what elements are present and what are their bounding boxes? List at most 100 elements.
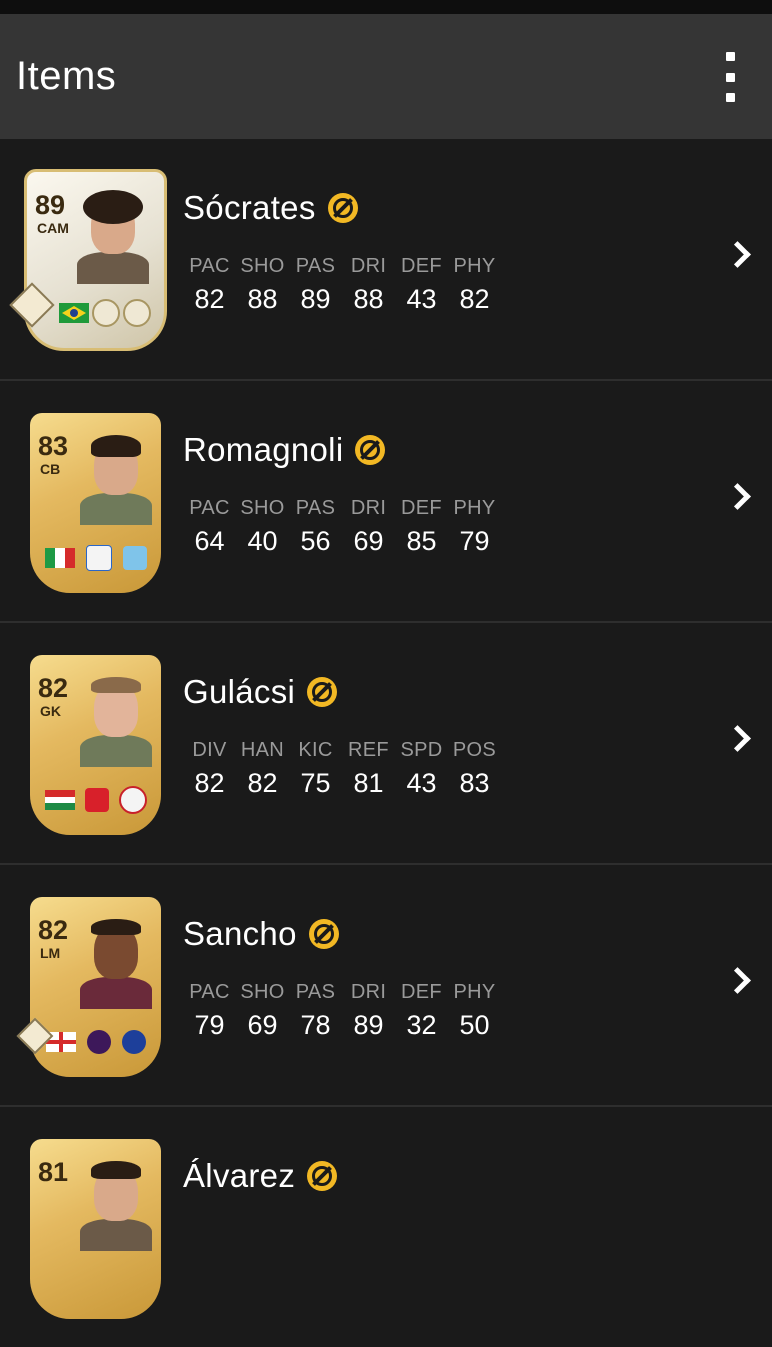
stat-value: 69 [353,526,384,556]
stat-label: PAC [189,497,230,519]
player-card: 89 CAM [24,169,167,351]
stat-value: 43 [406,284,437,314]
chevron-right-icon[interactable] [724,241,751,268]
stat-value: 88 [353,284,384,314]
player-name-line: Gulácsi [183,673,338,711]
player-name-line: Álvarez [183,1157,338,1195]
stat-value: 89 [300,284,331,314]
stat-label: PAS [295,497,336,519]
stat-value: 85 [406,526,437,556]
untradeable-icon [327,193,358,223]
stat-label: PAC [189,981,230,1003]
stat-value: 83 [459,768,490,798]
player-name: Sancho [183,915,297,952]
player-card: 83 CB [30,413,161,593]
stat-value: 82 [459,284,490,314]
player-name: Sócrates [183,189,316,226]
stat-label: DIV [192,739,227,761]
stat-label: SHO [240,981,285,1003]
stat-label: DEF [401,255,442,277]
status-bar [0,0,772,14]
stat-value: 82 [194,284,225,314]
list-item[interactable]: 82 LM Sancho PAC 79 SHO 69 PAS 78 DRI 89 DEF… [0,865,772,1107]
list-item[interactable]: 83 CB Romagnoli PAC 64 SHO 40 PAS 56 DRI 69 … [0,381,772,623]
card-rating: 83 [38,431,69,461]
list-item[interactable]: 82 GK Gulácsi DIV 82 HAN 82 KIC 75 REF 81 SP… [0,623,772,865]
stat-label: PAS [295,981,336,1003]
untradeable-icon [308,919,339,949]
card-rating: 81 [38,1157,69,1187]
untradeable-icon [307,677,338,707]
card-rating: 82 [38,673,69,703]
player-portrait [80,919,152,1009]
stat-value: 89 [353,1010,384,1040]
list-item[interactable]: 89 CAM Sócrates PAC 82 SHO 88 PAS 89 DRI 88 … [0,139,772,381]
stat-value: 56 [300,526,331,556]
player-stats: PAC 64 SHO 40 PAS 56 DRI 69 DEF 85 PHY 79 [183,497,501,557]
card-position: GK [40,703,61,719]
league-badge-icon [85,788,109,812]
player-name: Gulácsi [183,673,296,710]
stat-label: SHO [240,497,285,519]
player-portrait [80,677,152,767]
club-badge-icon [122,546,147,570]
stat-label: DRI [350,497,387,519]
card-badges [57,299,153,327]
stat-value: 69 [247,1010,278,1040]
untradeable-icon [307,1161,338,1191]
stat-value: 43 [406,768,437,798]
items-list: 89 CAM Sócrates PAC 82 SHO 88 PAS 89 DRI 88 … [0,139,772,1347]
stat-label: PHY [453,981,496,1003]
player-portrait [80,1161,152,1251]
player-name-line: Sócrates [183,189,358,227]
chevron-right-icon[interactable] [724,967,751,994]
card-rating: 82 [38,915,69,945]
player-card: 82 GK [30,655,161,835]
stat-value: 79 [459,526,490,556]
club-badge-icon [122,1030,147,1054]
stat-label: SPD [400,739,443,761]
untradeable-icon [355,435,386,465]
card-badges [40,1029,152,1055]
stat-label: PAC [189,255,230,277]
stat-label: POS [452,739,497,761]
stat-label: DRI [350,255,387,277]
hungary-flag-icon [45,790,75,810]
stat-value: 40 [247,526,278,556]
stat-label: PAS [295,255,336,277]
brazil-flag-icon [58,303,89,323]
stat-value: 64 [194,526,225,556]
chevron-right-icon[interactable] [724,725,751,752]
stat-label: HAN [240,739,285,761]
icon-league-badge-icon [91,299,120,327]
card-position: LM [40,945,61,961]
player-stats: PAC 79 SHO 69 PAS 78 DRI 89 DEF 32 PHY 50 [183,981,501,1041]
player-portrait [80,435,152,525]
stat-value: 75 [300,768,331,798]
stat-value: 88 [247,284,278,314]
player-name: Álvarez [183,1157,296,1194]
stat-value: 78 [300,1010,331,1040]
stat-label: PHY [453,497,496,519]
player-portrait [77,190,149,284]
more-vert-icon[interactable] [718,52,742,102]
italy-flag-icon [45,548,76,568]
stat-label: DRI [350,981,387,1003]
stat-label: REF [348,739,389,761]
stat-label: SHO [240,255,285,277]
page-title: Items [16,54,117,98]
stat-value: 79 [194,1010,225,1040]
card-position: CB [40,461,61,477]
card-rating: 89 [35,190,66,220]
icon-club-badge-icon [123,299,152,327]
stat-label: PHY [453,255,496,277]
stat-label: KIC [298,739,333,761]
player-stats: PAC 82 SHO 88 PAS 89 DRI 88 DEF 43 PHY 82 [183,255,501,315]
league-badge-icon [86,1030,111,1054]
chevron-right-icon[interactable] [724,483,751,510]
card-badges [40,545,152,571]
stat-value: 50 [459,1010,490,1040]
list-item[interactable]: 81 Álvarez [0,1107,772,1347]
stat-label: DEF [401,981,442,1003]
stat-value: 32 [406,1010,437,1040]
